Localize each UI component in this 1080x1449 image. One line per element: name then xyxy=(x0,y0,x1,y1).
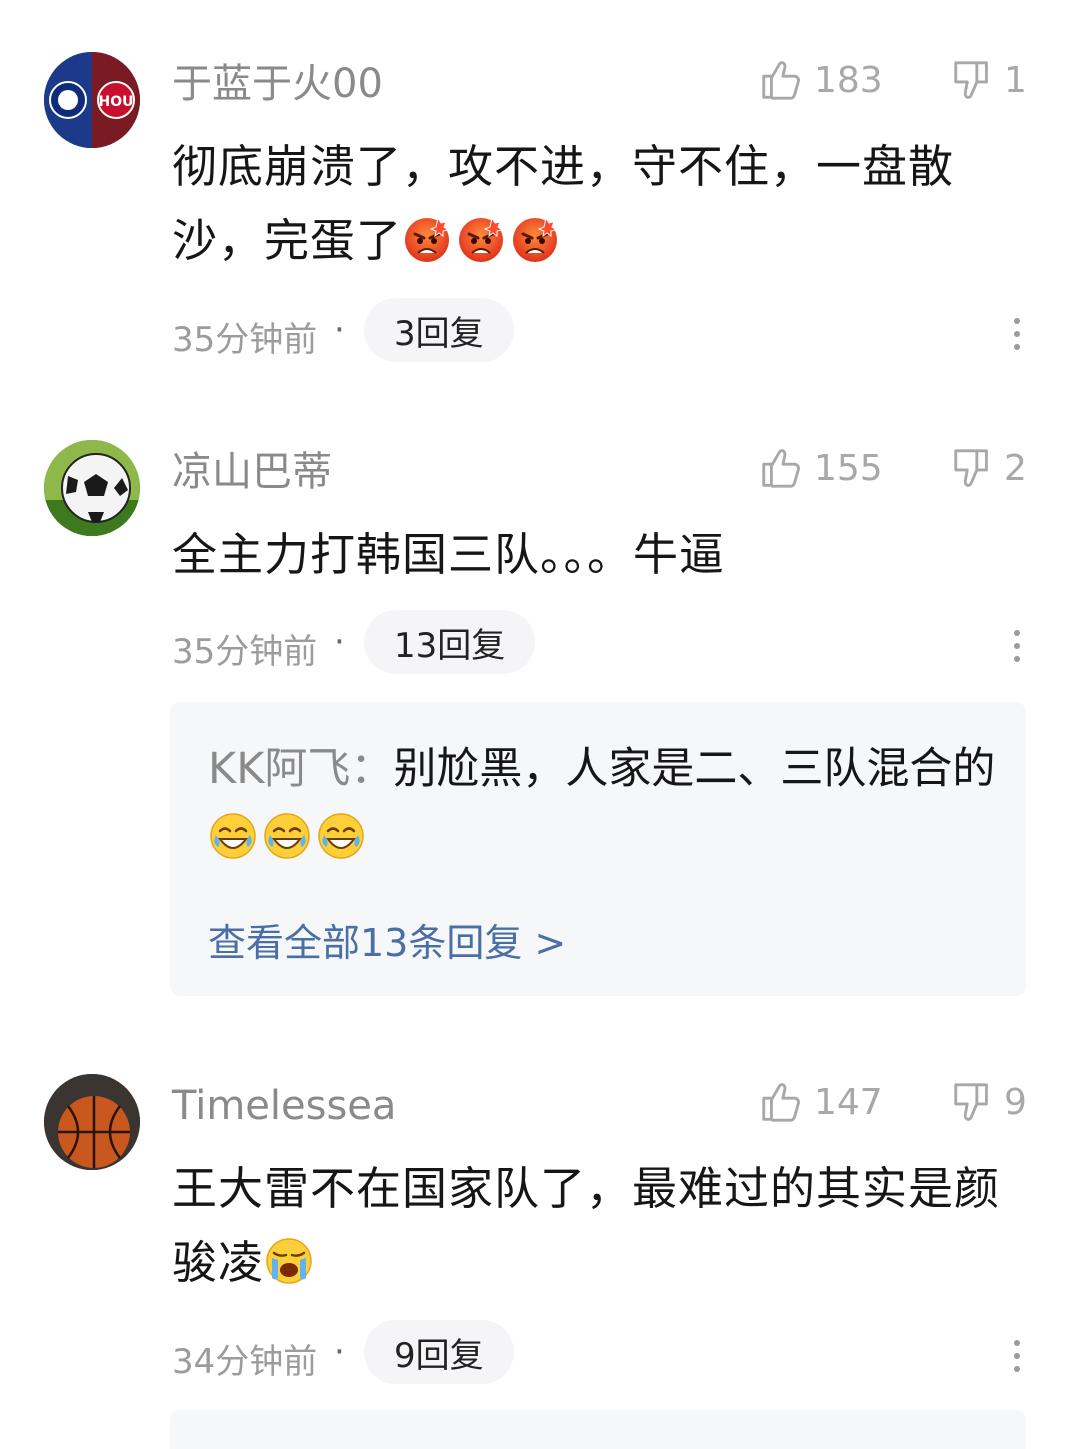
dislike-count: 2 xyxy=(1004,447,1027,489)
username[interactable]: Timelessea xyxy=(172,1086,396,1126)
comment-text: 彻底崩溃了，攻不进，守不住，一盘散沙，完蛋了 xyxy=(172,130,1012,278)
like-count: 183 xyxy=(814,59,883,101)
like-button[interactable]: 155 xyxy=(758,444,883,492)
reply-count: 13回复 xyxy=(394,625,506,666)
reply-count: 3回复 xyxy=(394,313,484,354)
username[interactable]: 于蓝于火00 xyxy=(172,64,383,104)
featured-reply: KK阿飞：别尬黑，人家是二、三队混合的 xyxy=(208,734,1008,874)
reply-count-button[interactable]: 3回复 xyxy=(364,298,514,362)
dislike-count: 9 xyxy=(1004,1081,1027,1123)
username[interactable]: 凉山巴蒂 xyxy=(172,452,332,492)
tears-of-joy-emoji xyxy=(262,811,312,861)
angry-face-emoji xyxy=(456,214,506,264)
featured-reply-box[interactable]: KK阿飞：别尬黑，人家是二、三队混合的 查看全部13条回复 > xyxy=(170,702,1026,996)
reply-count-button[interactable]: 13回复 xyxy=(364,610,536,674)
comment-text: 全主力打韩国三队。。。牛逼 xyxy=(172,518,1012,592)
basketball-avatar-icon xyxy=(44,1074,140,1170)
dislike-button[interactable]: 9 xyxy=(950,1078,1027,1126)
timestamp: 35分钟前 xyxy=(172,632,318,672)
like-count: 147 xyxy=(814,1081,883,1123)
thumbs-down-icon xyxy=(950,1078,996,1126)
timestamp: 35分钟前 xyxy=(172,320,318,360)
thumbs-up-icon xyxy=(758,1078,804,1126)
more-options-icon[interactable] xyxy=(1010,318,1024,357)
avatar[interactable] xyxy=(44,1074,140,1170)
thumbs-up-icon xyxy=(758,56,804,104)
more-options-icon[interactable] xyxy=(1010,630,1024,669)
chelsea-hou-badge-avatar-icon: HOU xyxy=(44,52,140,148)
tears-of-joy-emoji xyxy=(316,811,366,861)
crying-face-emoji xyxy=(264,1236,314,1286)
comment-text: 王大雷不在国家队了，最难过的其实是颜骏凌 xyxy=(172,1152,1012,1300)
like-count: 155 xyxy=(814,447,883,489)
featured-reply-box[interactable] xyxy=(170,1410,1026,1449)
like-button[interactable]: 147 xyxy=(758,1078,883,1126)
reply-count-button[interactable]: 9回复 xyxy=(364,1320,514,1384)
like-button[interactable]: 183 xyxy=(758,56,883,104)
thumbs-down-icon xyxy=(950,444,996,492)
timestamp: 34分钟前 xyxy=(172,1342,318,1382)
separator-dot: · xyxy=(334,310,345,350)
reply-count: 9回复 xyxy=(394,1335,484,1376)
avatar[interactable] xyxy=(44,440,140,536)
comment-text-content: 彻底崩溃了，攻不进，守不住，一盘散沙，完蛋了 xyxy=(172,140,955,267)
dislike-button[interactable]: 2 xyxy=(950,444,1027,492)
soccer-ball-avatar-icon xyxy=(44,440,140,536)
view-all-replies-link[interactable]: 查看全部13条回复 > xyxy=(208,912,566,967)
angry-face-emoji xyxy=(402,214,452,264)
angry-face-emoji xyxy=(510,214,560,264)
more-options-icon[interactable] xyxy=(1010,1340,1024,1379)
thumbs-down-icon xyxy=(950,56,996,104)
svg-text:HOU: HOU xyxy=(99,94,134,110)
separator-dot: · xyxy=(334,1332,345,1372)
reply-author[interactable]: KK阿飞： xyxy=(208,744,393,794)
avatar[interactable]: HOU xyxy=(44,52,140,148)
separator-dot: · xyxy=(334,622,345,662)
comment-text-content: 全主力打韩国三队。。。牛逼 xyxy=(172,528,726,581)
reply-text: 别尬黑，人家是二、三队混合的 xyxy=(393,744,996,794)
dislike-button[interactable]: 1 xyxy=(950,56,1027,104)
dislike-count: 1 xyxy=(1004,59,1027,101)
tears-of-joy-emoji xyxy=(208,811,258,861)
thumbs-up-icon xyxy=(758,444,804,492)
